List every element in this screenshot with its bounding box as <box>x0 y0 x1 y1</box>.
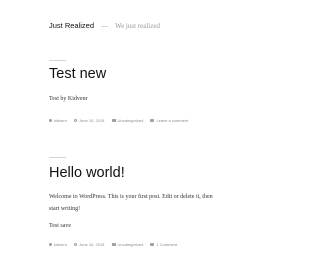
post-paragraph-continued: start writing! <box>49 206 81 212</box>
user-icon <box>49 119 52 123</box>
site-description: We just realized <box>115 22 160 30</box>
comments-link[interactable]: Leave a comment <box>156 118 188 123</box>
comments-link[interactable]: 1 Comment <box>156 242 177 247</box>
post-divider <box>49 157 66 158</box>
clock-icon <box>74 243 78 247</box>
title-separator: — <box>101 23 109 30</box>
category-link[interactable]: Uncategorized <box>118 118 144 123</box>
author-link[interactable]: kidvenr <box>54 242 67 247</box>
comment-icon <box>150 119 155 123</box>
comment-icon <box>150 243 155 247</box>
post-paragraph: Test save <box>49 223 72 229</box>
folder-icon <box>111 243 116 247</box>
post-paragraph: Test by Kidvenr <box>49 96 88 102</box>
date-link[interactable]: June 10, 2019 <box>79 242 104 247</box>
user-icon <box>49 243 52 247</box>
date-link[interactable]: June 10, 2019 <box>79 118 104 123</box>
post-paragraph: Welcome to WordPress. This is your first… <box>49 194 213 200</box>
author-link[interactable]: kidvenr <box>54 118 67 123</box>
post-divider <box>49 60 66 61</box>
post-title-link[interactable]: Test new <box>49 67 106 82</box>
site-header: Just Realized — We just realized <box>49 15 160 33</box>
post-meta: kidvenr June 10, 2019 Uncategorized Leav… <box>49 119 194 123</box>
clock-icon <box>74 119 78 123</box>
site-title-link[interactable]: Just Realized <box>49 21 94 30</box>
folder-icon <box>111 119 116 123</box>
post-title-link[interactable]: Hello world! <box>49 166 125 181</box>
category-link[interactable]: Uncategorized <box>118 242 144 247</box>
post-meta: kidvenr June 10, 2019 Uncategorized 1 Co… <box>49 243 183 247</box>
